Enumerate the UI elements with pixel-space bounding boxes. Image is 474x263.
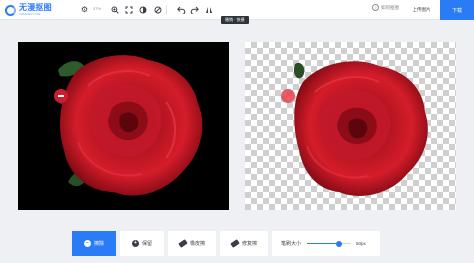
gear-icon[interactable]: ⚙ — [79, 4, 90, 15]
repair-label: 修复擦 — [241, 241, 257, 247]
brush-size-value: 50px — [356, 241, 366, 246]
logo-subtitle: AIMAKER.COM — [19, 12, 41, 16]
brush-cursor-preview — [281, 89, 295, 103]
slider-fill — [307, 243, 339, 244]
eraser-button[interactable]: 橡皮擦 — [168, 231, 216, 256]
repair-eraser-icon — [230, 239, 240, 248]
zoom-in-icon[interactable] — [109, 4, 120, 15]
logo-title: 无漫抠图 — [19, 3, 52, 12]
slider-thumb[interactable] — [335, 240, 342, 247]
help-icon: ? — [372, 4, 379, 11]
eraser-label: 橡皮擦 — [189, 241, 205, 247]
brush-cursor — [54, 89, 68, 103]
repair-button[interactable]: 修复擦 — [220, 231, 268, 256]
logo-icon — [5, 4, 16, 16]
undo-icon[interactable] — [176, 4, 187, 15]
logo: 无漫抠图 AIMAKER.COM — [5, 2, 52, 18]
zoom-level: 37% — [93, 6, 102, 11]
brush-size-slider[interactable] — [307, 240, 352, 248]
original-image-panel[interactable] — [18, 42, 229, 210]
eraser-icon — [178, 239, 188, 248]
brush-size-label: 笔刷大小 — [281, 241, 302, 247]
plus-icon: + — [131, 240, 139, 247]
toolbar-divider — [166, 5, 167, 14]
bottom-toolbar: − 擦除 + 保留 橡皮擦 修复擦 笔刷大小 50px — [72, 231, 380, 256]
keep-button[interactable]: + 保留 — [120, 231, 164, 256]
download-button[interactable]: 下载 — [440, 0, 474, 20]
help-label: 如何抠图 — [381, 4, 399, 10]
erase-button[interactable]: − 擦除 — [72, 231, 116, 256]
keep-label: 保留 — [141, 241, 152, 247]
cutout-rose-image — [293, 61, 428, 196]
original-rose-image — [54, 55, 203, 196]
result-image-panel[interactable] — [245, 42, 456, 210]
flip-icon[interactable] — [203, 4, 214, 15]
reset-icon[interactable] — [152, 4, 163, 15]
help-link[interactable]: ? 如何抠图 — [372, 4, 399, 11]
fit-screen-icon[interactable] — [123, 4, 134, 15]
brush-size-control: 笔刷大小 50px — [272, 231, 380, 256]
erase-label: 擦除 — [93, 241, 104, 247]
compare-icon[interactable] — [137, 4, 148, 15]
redo-icon[interactable] — [189, 4, 200, 15]
minus-icon: − — [83, 240, 91, 247]
tooltip: 撤销 · 快捷 — [221, 16, 249, 24]
upload-button[interactable]: 上传图片 — [403, 1, 440, 18]
